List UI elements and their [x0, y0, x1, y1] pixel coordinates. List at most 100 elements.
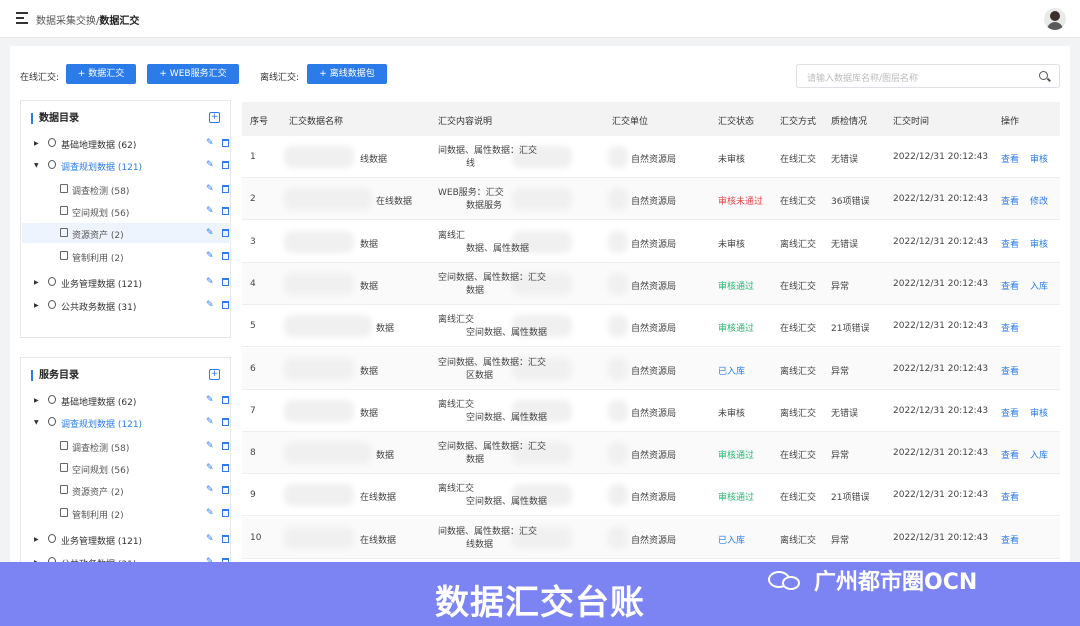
table-row[interactable]: 5 数据 离线汇交 空间数据、属性数据 自然资源局 审核通过 在线汇交 21项错误 2022/1… [242, 305, 1060, 348]
breadcrumb-parent[interactable]: 数据采集交换/ [36, 16, 99, 27]
description-line-1: 离线汇交 [438, 315, 475, 326]
caret-right-icon[interactable]: ▶ [34, 279, 39, 286]
tree-node[interactable]: ▼ 调查规划数据 (121) ✎ [22, 155, 231, 175]
tree-node-label: 管制利用 (2) [72, 511, 124, 521]
view-link[interactable]: 查看 [1001, 406, 1019, 419]
data-submit-button[interactable]: + 数据汇交 [66, 64, 136, 84]
delete-icon[interactable] [222, 229, 229, 237]
status-badge: 未审核 [718, 239, 746, 250]
edit-icon[interactable]: ✎ [206, 463, 214, 473]
action-link[interactable]: 审核 [1030, 152, 1048, 165]
action-link[interactable]: 修改 [1030, 194, 1048, 207]
delete-icon[interactable] [222, 207, 229, 215]
offline-package-button[interactable]: + 离线数据包 [307, 64, 387, 84]
view-link[interactable]: 查看 [1001, 364, 1019, 377]
tree-node[interactable]: ▶ 业务管理数据 (121) ✎ [22, 272, 231, 292]
caret-right-icon[interactable]: ▶ [34, 140, 39, 147]
view-link[interactable]: 查看 [1001, 321, 1019, 334]
table-row[interactable]: 8 数据 空间数据、属性数据：汇交 数据 自然资源局 审核通过 在线汇交 异常 2022/12/… [242, 432, 1060, 475]
row-number: 9 [250, 490, 256, 501]
view-link[interactable]: 查看 [1001, 237, 1019, 250]
edit-icon[interactable]: ✎ [206, 534, 214, 544]
table-row[interactable]: 9 在线数据 离线汇交 空间数据、属性数据 自然资源局 审核通过 在线汇交 21项错误 2022… [242, 474, 1060, 517]
action-link[interactable]: 审核 [1030, 237, 1048, 250]
delete-icon[interactable] [222, 278, 229, 286]
action-link[interactable]: 入库 [1030, 279, 1048, 292]
table-row[interactable]: 4 数据 空间数据、属性数据：汇交 数据 自然资源局 审核通过 在线汇交 异常 2022/12/… [242, 262, 1060, 305]
edit-icon[interactable]: ✎ [206, 160, 214, 170]
table-row[interactable]: 1 线数据 间数据、属性数据：汇交线 自然资源局 未审核 在线汇交 无错误 2022/12/3… [242, 136, 1060, 178]
delete-icon[interactable] [222, 486, 229, 494]
tree-node[interactable]: 空间规划 (56) ✎ [22, 458, 231, 478]
tree-node[interactable]: ▶ 业务管理数据 (121) ✎ [22, 529, 231, 549]
tree-node[interactable]: 空间规划 (56) ✎ [22, 201, 231, 221]
search-icon[interactable] [1039, 71, 1048, 80]
tree-node[interactable]: ▼ 调查规划数据 (121) ✎ [22, 412, 231, 432]
delete-icon[interactable] [222, 418, 229, 426]
edit-icon[interactable]: ✎ [206, 485, 214, 495]
delete-icon[interactable] [222, 301, 229, 309]
time-cell: 2022/12/31 20:12:43 [893, 236, 989, 247]
action-link[interactable]: 入库 [1030, 448, 1048, 461]
edit-icon[interactable]: ✎ [206, 277, 214, 287]
view-link[interactable]: 查看 [1001, 490, 1019, 503]
delete-icon[interactable] [222, 464, 229, 472]
tree-node[interactable]: 资源资产 (2) ✎ [22, 480, 231, 500]
view-link[interactable]: 查看 [1001, 448, 1019, 461]
delete-icon[interactable] [222, 252, 229, 260]
tree-node[interactable]: 管制利用 (2) ✎ [22, 246, 231, 266]
web-service-submit-button[interactable]: + WEB服务汇交 [147, 64, 239, 84]
caret-right-icon[interactable]: ▶ [34, 536, 39, 543]
delete-icon[interactable] [222, 161, 229, 169]
description-line-1: 离线汇 [438, 230, 466, 241]
tree-node[interactable]: 调查检测 (58) ✎ [22, 436, 231, 456]
tree-node[interactable]: 管制利用 (2) ✎ [22, 503, 231, 523]
menu-toggle-icon[interactable] [16, 11, 30, 25]
add-icon[interactable]: + [209, 369, 220, 380]
user-avatar[interactable] [1044, 8, 1066, 30]
caret-down-icon[interactable]: ▼ [34, 419, 39, 426]
edit-icon[interactable]: ✎ [206, 417, 214, 427]
view-link[interactable]: 查看 [1001, 533, 1019, 546]
delete-icon[interactable] [222, 535, 229, 543]
view-link[interactable]: 查看 [1001, 194, 1019, 207]
edit-icon[interactable]: ✎ [206, 300, 214, 310]
delete-icon[interactable] [222, 139, 229, 147]
edit-icon[interactable]: ✎ [206, 228, 214, 238]
edit-icon[interactable]: ✎ [206, 184, 214, 194]
caret-down-icon[interactable]: ▼ [34, 162, 39, 169]
column-header: 操作 [1001, 117, 1020, 127]
tree-node[interactable]: ▶ 基础地理数据 (62) ✎ [22, 133, 231, 153]
edit-icon[interactable]: ✎ [206, 441, 214, 451]
add-icon[interactable]: + [209, 112, 220, 123]
table-row[interactable]: 2 在线数据 WEB服务：汇交 数据服务 自然资源局 审核未通过 在线汇交 36项错误 2022… [242, 178, 1060, 221]
edit-icon[interactable]: ✎ [206, 206, 214, 216]
description-cell: 空间数据、属性数据：汇交 区数据 [438, 357, 598, 383]
table-row[interactable]: 10 在线数据 间数据、属性数据：汇交 线数据 自然资源局 已入库 离线汇交 异常 2022/1… [242, 516, 1060, 559]
caret-right-icon[interactable]: ▶ [34, 397, 39, 404]
edit-icon[interactable]: ✎ [206, 508, 214, 518]
view-link[interactable]: 查看 [1001, 152, 1019, 165]
tree-node[interactable]: ▶ 基础地理数据 (62) ✎ [22, 390, 231, 410]
action-link[interactable]: 审核 [1030, 406, 1048, 419]
view-link[interactable]: 查看 [1001, 279, 1019, 292]
tree-node-label: 资源资产 (2) [72, 231, 124, 241]
caret-right-icon[interactable]: ▶ [34, 302, 39, 309]
table-row[interactable]: 3 数据 离线汇 数据、属性数据 自然资源局 未审核 离线汇交 无错误 2022/12/31 2… [242, 220, 1060, 263]
delete-icon[interactable] [222, 509, 229, 517]
description-cell: 空间数据、属性数据：汇交 数据 [438, 272, 598, 298]
delete-icon[interactable] [222, 396, 229, 404]
delete-icon[interactable] [222, 442, 229, 450]
edit-icon[interactable]: ✎ [206, 138, 214, 148]
tree-node-label: 公共政务数据 (31) [61, 303, 137, 313]
tree-node[interactable]: ▶ 公共政务数据 (31) ✎ [22, 295, 231, 315]
table-row[interactable]: 7 数据 离线汇交 空间数据、属性数据 自然资源局 未审核 离线汇交 无错误 2022/12/3… [242, 389, 1060, 432]
delete-icon[interactable] [222, 185, 229, 193]
tree-node[interactable]: 资源资产 (2) ✎ [22, 223, 231, 243]
edit-icon[interactable]: ✎ [206, 251, 214, 261]
table-row[interactable]: 6 数据 空间数据、属性数据：汇交 区数据 自然资源局 已入库 离线汇交 异常 2022/12/… [242, 347, 1060, 390]
tree-node-label: 基础地理数据 (62) [61, 141, 137, 151]
edit-icon[interactable]: ✎ [206, 395, 214, 405]
tree-node[interactable]: 调查检测 (58) ✎ [22, 179, 231, 199]
search-input[interactable]: 请输入数据库名称/图层名称 [796, 64, 1060, 88]
